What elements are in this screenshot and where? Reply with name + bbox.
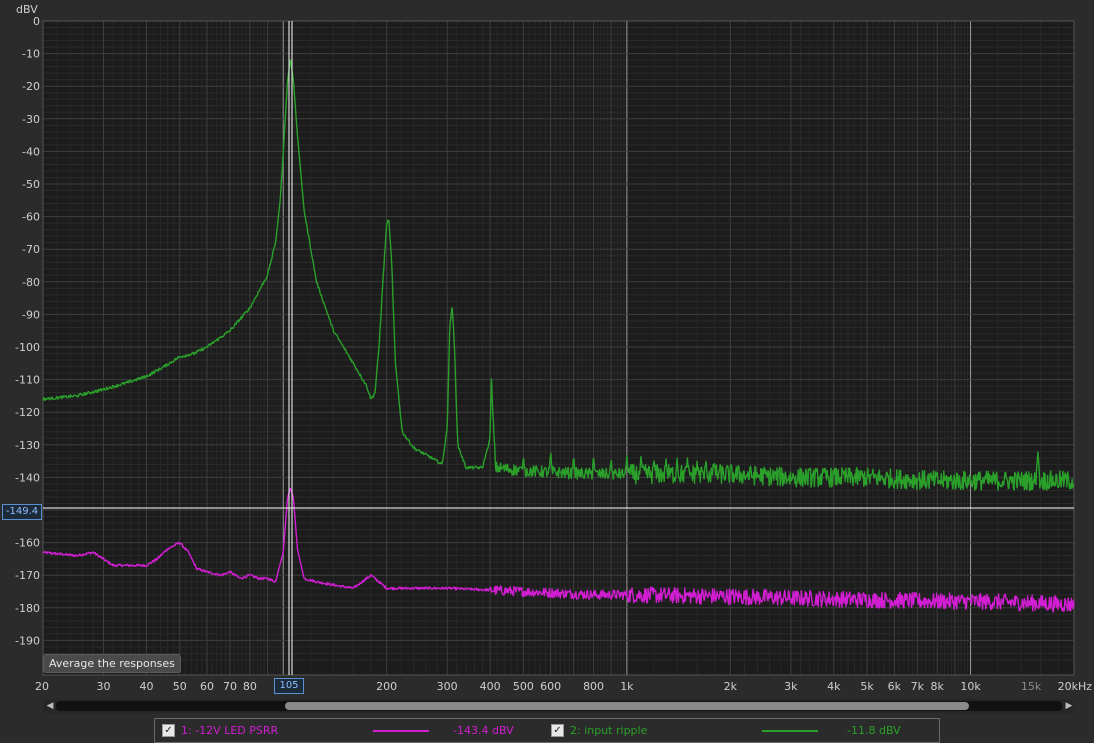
y-tick-label: -100: [15, 341, 40, 354]
x-tick-label: 40: [139, 680, 153, 693]
y-tick-label: -170: [15, 569, 40, 582]
x-tick-label: 200: [376, 680, 397, 693]
series-1-checkbox[interactable]: ✓: [162, 724, 175, 737]
y-tick-label: -160: [15, 537, 40, 550]
x-tick-label: 4k: [827, 680, 841, 693]
x-tick-label: 6k: [888, 680, 902, 693]
x-tick-label: 7k: [911, 680, 925, 693]
x-tick-label: 15k: [1021, 680, 1042, 693]
y-tick-label: -190: [15, 634, 40, 647]
y-tick-label: 0: [33, 15, 40, 28]
x-tick-label: 10k: [960, 680, 981, 693]
x-tick-label: 2k: [724, 680, 738, 693]
rew-spectrum-window: 0 -10 -20 -30 -40 -50 -60 -70 -80 -90 -100 -110 -120…: [0, 0, 1094, 743]
x-tick-label: 80: [243, 680, 257, 693]
x-tick-label: 60: [200, 680, 214, 693]
x-tick-label: 30: [97, 680, 111, 693]
y-tick-label: -30: [22, 113, 40, 126]
x-tick-label: 600: [540, 680, 561, 693]
y-tick-label: -10: [22, 48, 40, 61]
y-tick-label: -140: [15, 471, 40, 484]
scroll-right-arrow-icon[interactable]: ▶: [1064, 700, 1074, 712]
series-2-label: 2: input ripple: [570, 724, 648, 737]
x-tick-label: 50: [173, 680, 187, 693]
x-tick-label: 70: [223, 680, 237, 693]
y-tick-label: -20: [22, 80, 40, 93]
y-tick-label: -120: [15, 406, 40, 419]
legend-panel: ✓ 1: -12V LED PSRR -143.4 dBV ✓ 2: input…: [154, 718, 940, 743]
cursor-x-readout: 105: [274, 678, 304, 694]
cursor-y-readout: -149.4: [2, 504, 42, 520]
y-tick-label: -40: [22, 145, 40, 158]
series-2-value: -11.8 dBV: [847, 724, 901, 737]
scroll-thumb[interactable]: [285, 702, 969, 710]
y-tick-label: -60: [22, 211, 40, 224]
y-tick-label: -50: [22, 178, 40, 191]
x-tick-label: 800: [583, 680, 604, 693]
average-responses-button[interactable]: Average the responses: [43, 654, 181, 673]
series-1-label: 1: -12V LED PSRR: [181, 724, 279, 737]
series-2-checkbox[interactable]: ✓: [551, 724, 564, 737]
y-tick-label: -110: [15, 374, 40, 387]
x-tick-label: 8k: [931, 680, 945, 693]
series-1-swatch: [373, 730, 429, 732]
scroll-left-arrow-icon[interactable]: ◀: [45, 700, 55, 712]
series-1-value: -143.4 dBV: [453, 724, 514, 737]
x-tick-label: 500: [513, 680, 534, 693]
x-tick-label: 400: [480, 680, 501, 693]
y-tick-label: -130: [15, 439, 40, 452]
y-axis-unit: dBV: [16, 3, 38, 16]
x-tick-label: 3k: [784, 680, 798, 693]
x-tick-label: 1k: [620, 680, 634, 693]
y-tick-label: -180: [15, 602, 40, 615]
y-tick-label: -80: [22, 276, 40, 289]
x-tick-label: 20: [35, 680, 49, 693]
x-tick-label: 300: [437, 680, 458, 693]
spectrum-plot[interactable]: 0 -10 -20 -30 -40 -50 -60 -70 -80 -90 -100 -110 -120…: [0, 0, 1094, 699]
y-tick-label: -90: [22, 308, 40, 321]
y-tick-label: -70: [22, 243, 40, 256]
x-tick-label: 20kHz: [1058, 680, 1093, 693]
x-tick-label: 5k: [860, 680, 874, 693]
series-2-swatch: [762, 730, 818, 732]
